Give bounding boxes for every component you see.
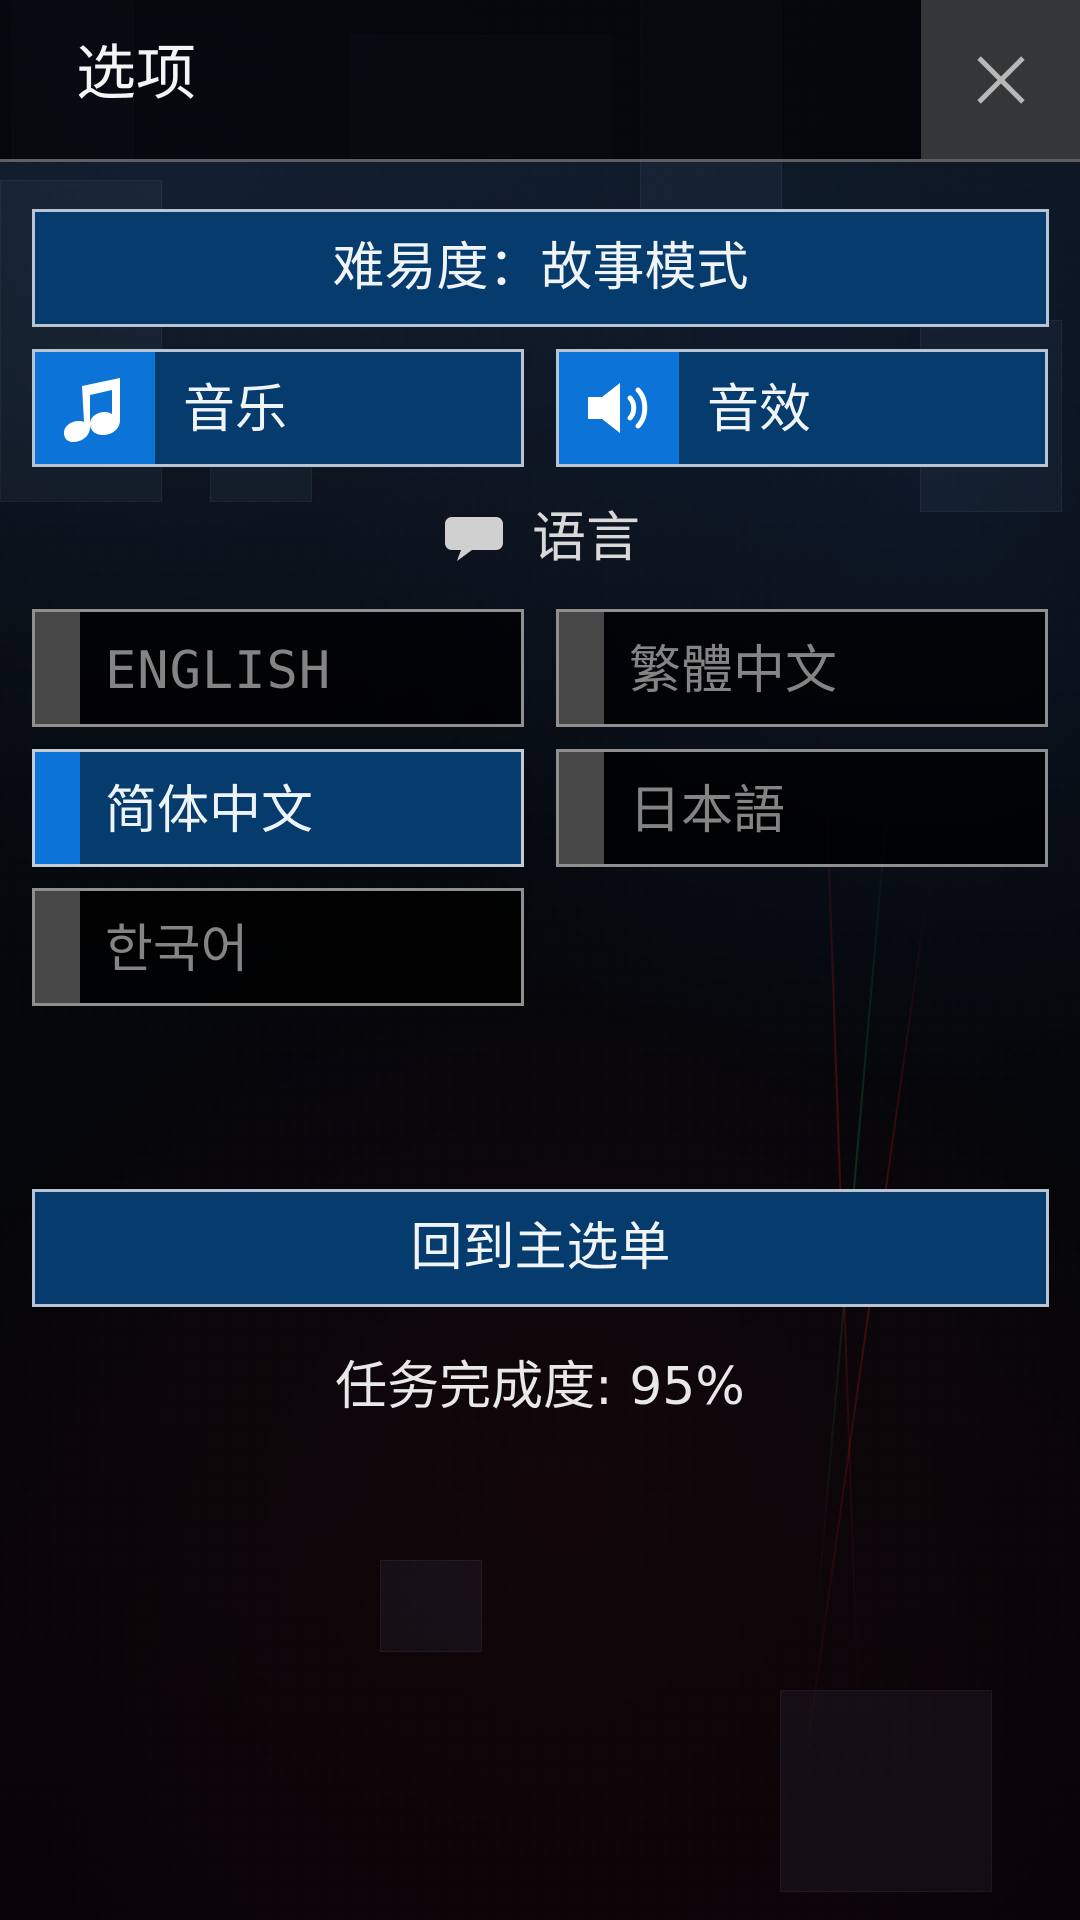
speech-bubble-icon: [445, 517, 503, 561]
language-label: 语言: [532, 506, 640, 569]
language-english-button[interactable]: ENGLISH: [32, 609, 524, 727]
background-window: [380, 1560, 482, 1652]
language-english-label: ENGLISH: [105, 641, 332, 701]
language-indicator: [559, 752, 604, 864]
language-korean-button[interactable]: 한국어: [32, 888, 524, 1006]
speaker-icon-container: [559, 352, 679, 464]
language-indicator: [559, 612, 604, 724]
music-label: 音乐: [183, 380, 288, 440]
background-building: [780, 1690, 992, 1892]
mission-completion-text: 任务完成度: 95%: [335, 1357, 745, 1417]
options-screen: 选项 难易度：故事模式 音乐 音效 语言 ENGLISH 繁體中文 简体中文 日…: [0, 0, 1080, 1920]
language-indicator: [35, 612, 80, 724]
language-simplified-chinese-button[interactable]: 简体中文: [32, 749, 524, 867]
background-red-line: [802, 884, 930, 1776]
return-main-menu-button[interactable]: 回到主选单: [32, 1189, 1049, 1307]
language-section-header: 语言: [444, 506, 640, 570]
options-header: 选项: [0, 0, 1080, 162]
selected-language-indicator: [35, 752, 80, 864]
page-title: 选项: [76, 39, 196, 109]
speaker-icon: [588, 383, 648, 433]
language-japanese-button[interactable]: 日本語: [556, 749, 1048, 867]
close-button[interactable]: [921, 0, 1080, 159]
sound-effects-button[interactable]: 音效: [556, 349, 1048, 467]
language-japanese-label: 日本語: [629, 781, 786, 841]
music-button[interactable]: 音乐: [32, 349, 524, 467]
language-traditional-chinese-label: 繁體中文: [629, 641, 838, 701]
language-simplified-chinese-label: 简体中文: [105, 781, 314, 841]
language-korean-label: 한국어: [105, 920, 249, 980]
difficulty-button[interactable]: 难易度：故事模式: [32, 209, 1049, 327]
close-icon: [974, 53, 1028, 107]
language-indicator: [35, 891, 80, 1003]
sound-effects-label: 音效: [707, 380, 812, 440]
music-note-icon: [64, 378, 120, 442]
music-icon-container: [35, 352, 155, 464]
language-traditional-chinese-button[interactable]: 繁體中文: [556, 609, 1048, 727]
